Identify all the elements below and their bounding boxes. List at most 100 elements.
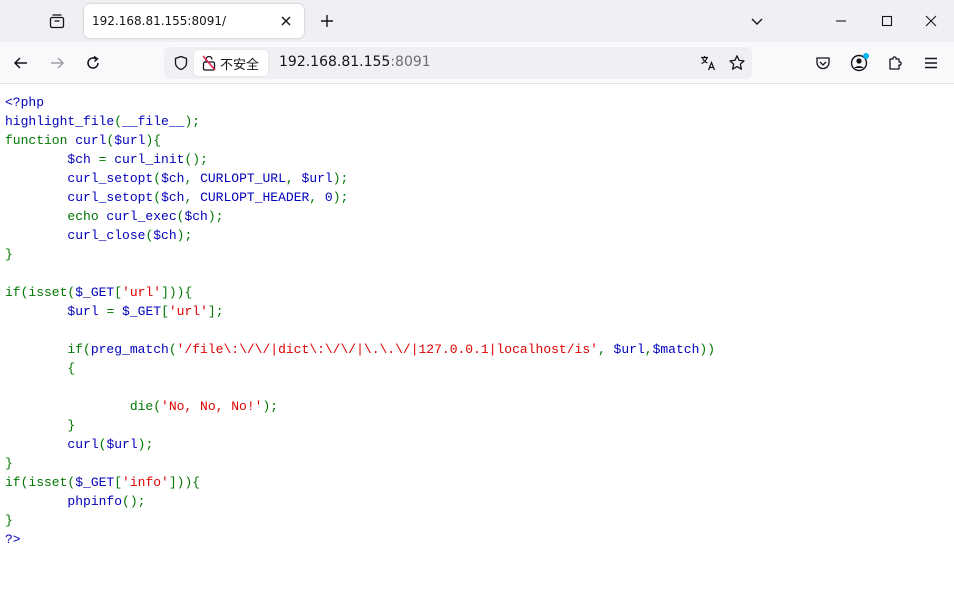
code-token: echo xyxy=(5,209,107,224)
code-token: ?> xyxy=(5,532,21,547)
code-token: ); xyxy=(184,114,201,129)
pocket-icon xyxy=(815,55,831,71)
code-token: ); xyxy=(332,190,349,205)
code-line: curl_close($ch); xyxy=(5,226,954,245)
code-token: $ch xyxy=(184,209,208,224)
code-token: ); xyxy=(332,171,349,186)
code-line: $ch = curl_init(); xyxy=(5,150,954,169)
code-line: if(isset($_GET['url'])){ xyxy=(5,283,954,302)
puzzle-piece-icon xyxy=(887,55,903,71)
url-display[interactable]: 192.168.81.155:8091 xyxy=(279,54,431,70)
app-menu-button[interactable] xyxy=(918,50,944,76)
code-line: echo curl_exec($ch); xyxy=(5,207,954,226)
code-token: , xyxy=(285,171,302,186)
code-token: ); xyxy=(137,437,154,452)
code-token: ){ xyxy=(145,133,162,148)
code-token: if(isset( xyxy=(5,285,76,300)
code-token: highlight_file xyxy=(5,114,115,129)
code-token: $url xyxy=(301,171,333,186)
code-token: '/file\:\/\/|dict\:\/\/|\.\.\/|127.0.0.1… xyxy=(176,342,598,357)
navigation-toolbar: 不安全 192.168.81.155:8091 xyxy=(0,42,954,84)
minimize-window-button[interactable] xyxy=(818,0,864,42)
code-token: ( xyxy=(168,342,177,357)
bookmark-star-icon[interactable] xyxy=(727,53,747,73)
code-token: = xyxy=(106,304,123,319)
code-token: [ xyxy=(114,285,123,300)
code-line: if(preg_match('/file\:\/\/|dict\:\/\/|\.… xyxy=(5,340,954,359)
code-token: [ xyxy=(161,304,169,319)
code-token: ])){ xyxy=(168,475,201,490)
hamburger-menu-icon xyxy=(923,55,939,71)
code-line: } xyxy=(5,454,954,473)
code-token: $match xyxy=(652,342,700,357)
code-token: curl_setopt xyxy=(67,171,154,186)
page-content: <?php highlight_file(__file__); function c… xyxy=(0,84,954,549)
broken-lock-icon xyxy=(202,55,216,71)
code-token: 'info' xyxy=(122,475,169,490)
code-token: } xyxy=(5,456,13,471)
code-token: CURLOPT_HEADER xyxy=(200,190,310,205)
active-tab[interactable]: 192.168.81.155:8091/ xyxy=(84,4,304,38)
notification-dot xyxy=(863,53,869,59)
url-port: :8091 xyxy=(390,54,431,70)
address-bar[interactable]: 不安全 192.168.81.155:8091 xyxy=(164,47,752,79)
code-token: preg_match xyxy=(90,342,169,357)
forward-button[interactable] xyxy=(44,50,70,76)
code-token: ( xyxy=(153,171,162,186)
code-token: } xyxy=(5,247,13,262)
chevron-down-icon xyxy=(750,14,764,28)
code-token: curl_init xyxy=(114,152,185,167)
code-line: die('No, No, No!'); xyxy=(5,397,954,416)
code-line: } xyxy=(5,416,954,435)
tab-title: 192.168.81.155:8091/ xyxy=(92,14,227,28)
code-token: phpinfo xyxy=(67,494,123,509)
url-host: 192.168.81.155 xyxy=(279,54,391,70)
code-token: $url xyxy=(106,437,138,452)
code-line: function curl($url){ xyxy=(5,131,954,150)
translate-page-icon[interactable] xyxy=(698,53,718,73)
code-line: highlight_file(__file__); xyxy=(5,112,954,131)
code-token: curl_setopt xyxy=(67,190,154,205)
list-all-tabs-button[interactable] xyxy=(744,8,770,34)
firefox-view-button[interactable] xyxy=(44,8,70,34)
code-token: ); xyxy=(262,399,279,414)
maximize-window-button[interactable] xyxy=(864,0,910,42)
pocket-button[interactable] xyxy=(810,50,836,76)
close-window-button[interactable] xyxy=(908,0,954,42)
code-token: $_GET xyxy=(75,285,115,300)
code-token: , xyxy=(597,342,614,357)
extensions-button[interactable] xyxy=(882,50,908,76)
code-token: = xyxy=(98,152,115,167)
code-line: curl($url); xyxy=(5,435,954,454)
account-button[interactable] xyxy=(846,50,872,76)
minimize-icon xyxy=(835,15,847,27)
code-token: 'url' xyxy=(122,285,162,300)
close-icon xyxy=(925,15,937,27)
code-token: <?php xyxy=(5,95,45,110)
code-token: } xyxy=(5,513,13,528)
code-token: curl xyxy=(75,133,107,148)
code-token: 'No, No, No!' xyxy=(161,399,263,414)
code-line: curl_setopt($ch, CURLOPT_URL, $url); xyxy=(5,169,954,188)
code-token: curl_close xyxy=(67,228,146,243)
connection-insecure-button[interactable]: 不安全 xyxy=(194,50,268,76)
code-line: $url = $_GET['url']; xyxy=(5,302,954,321)
code-token: ( xyxy=(114,114,123,129)
reload-button[interactable] xyxy=(80,50,106,76)
code-token: { xyxy=(5,361,76,376)
tracking-protection-icon[interactable] xyxy=(172,54,190,72)
new-tab-button[interactable] xyxy=(314,8,340,34)
code-token: ); xyxy=(176,228,193,243)
code-token: , xyxy=(644,342,653,357)
code-token: $ch xyxy=(67,152,99,167)
firefox-view-icon xyxy=(49,13,65,29)
back-button[interactable] xyxy=(8,50,34,76)
close-tab-icon[interactable] xyxy=(278,13,294,29)
